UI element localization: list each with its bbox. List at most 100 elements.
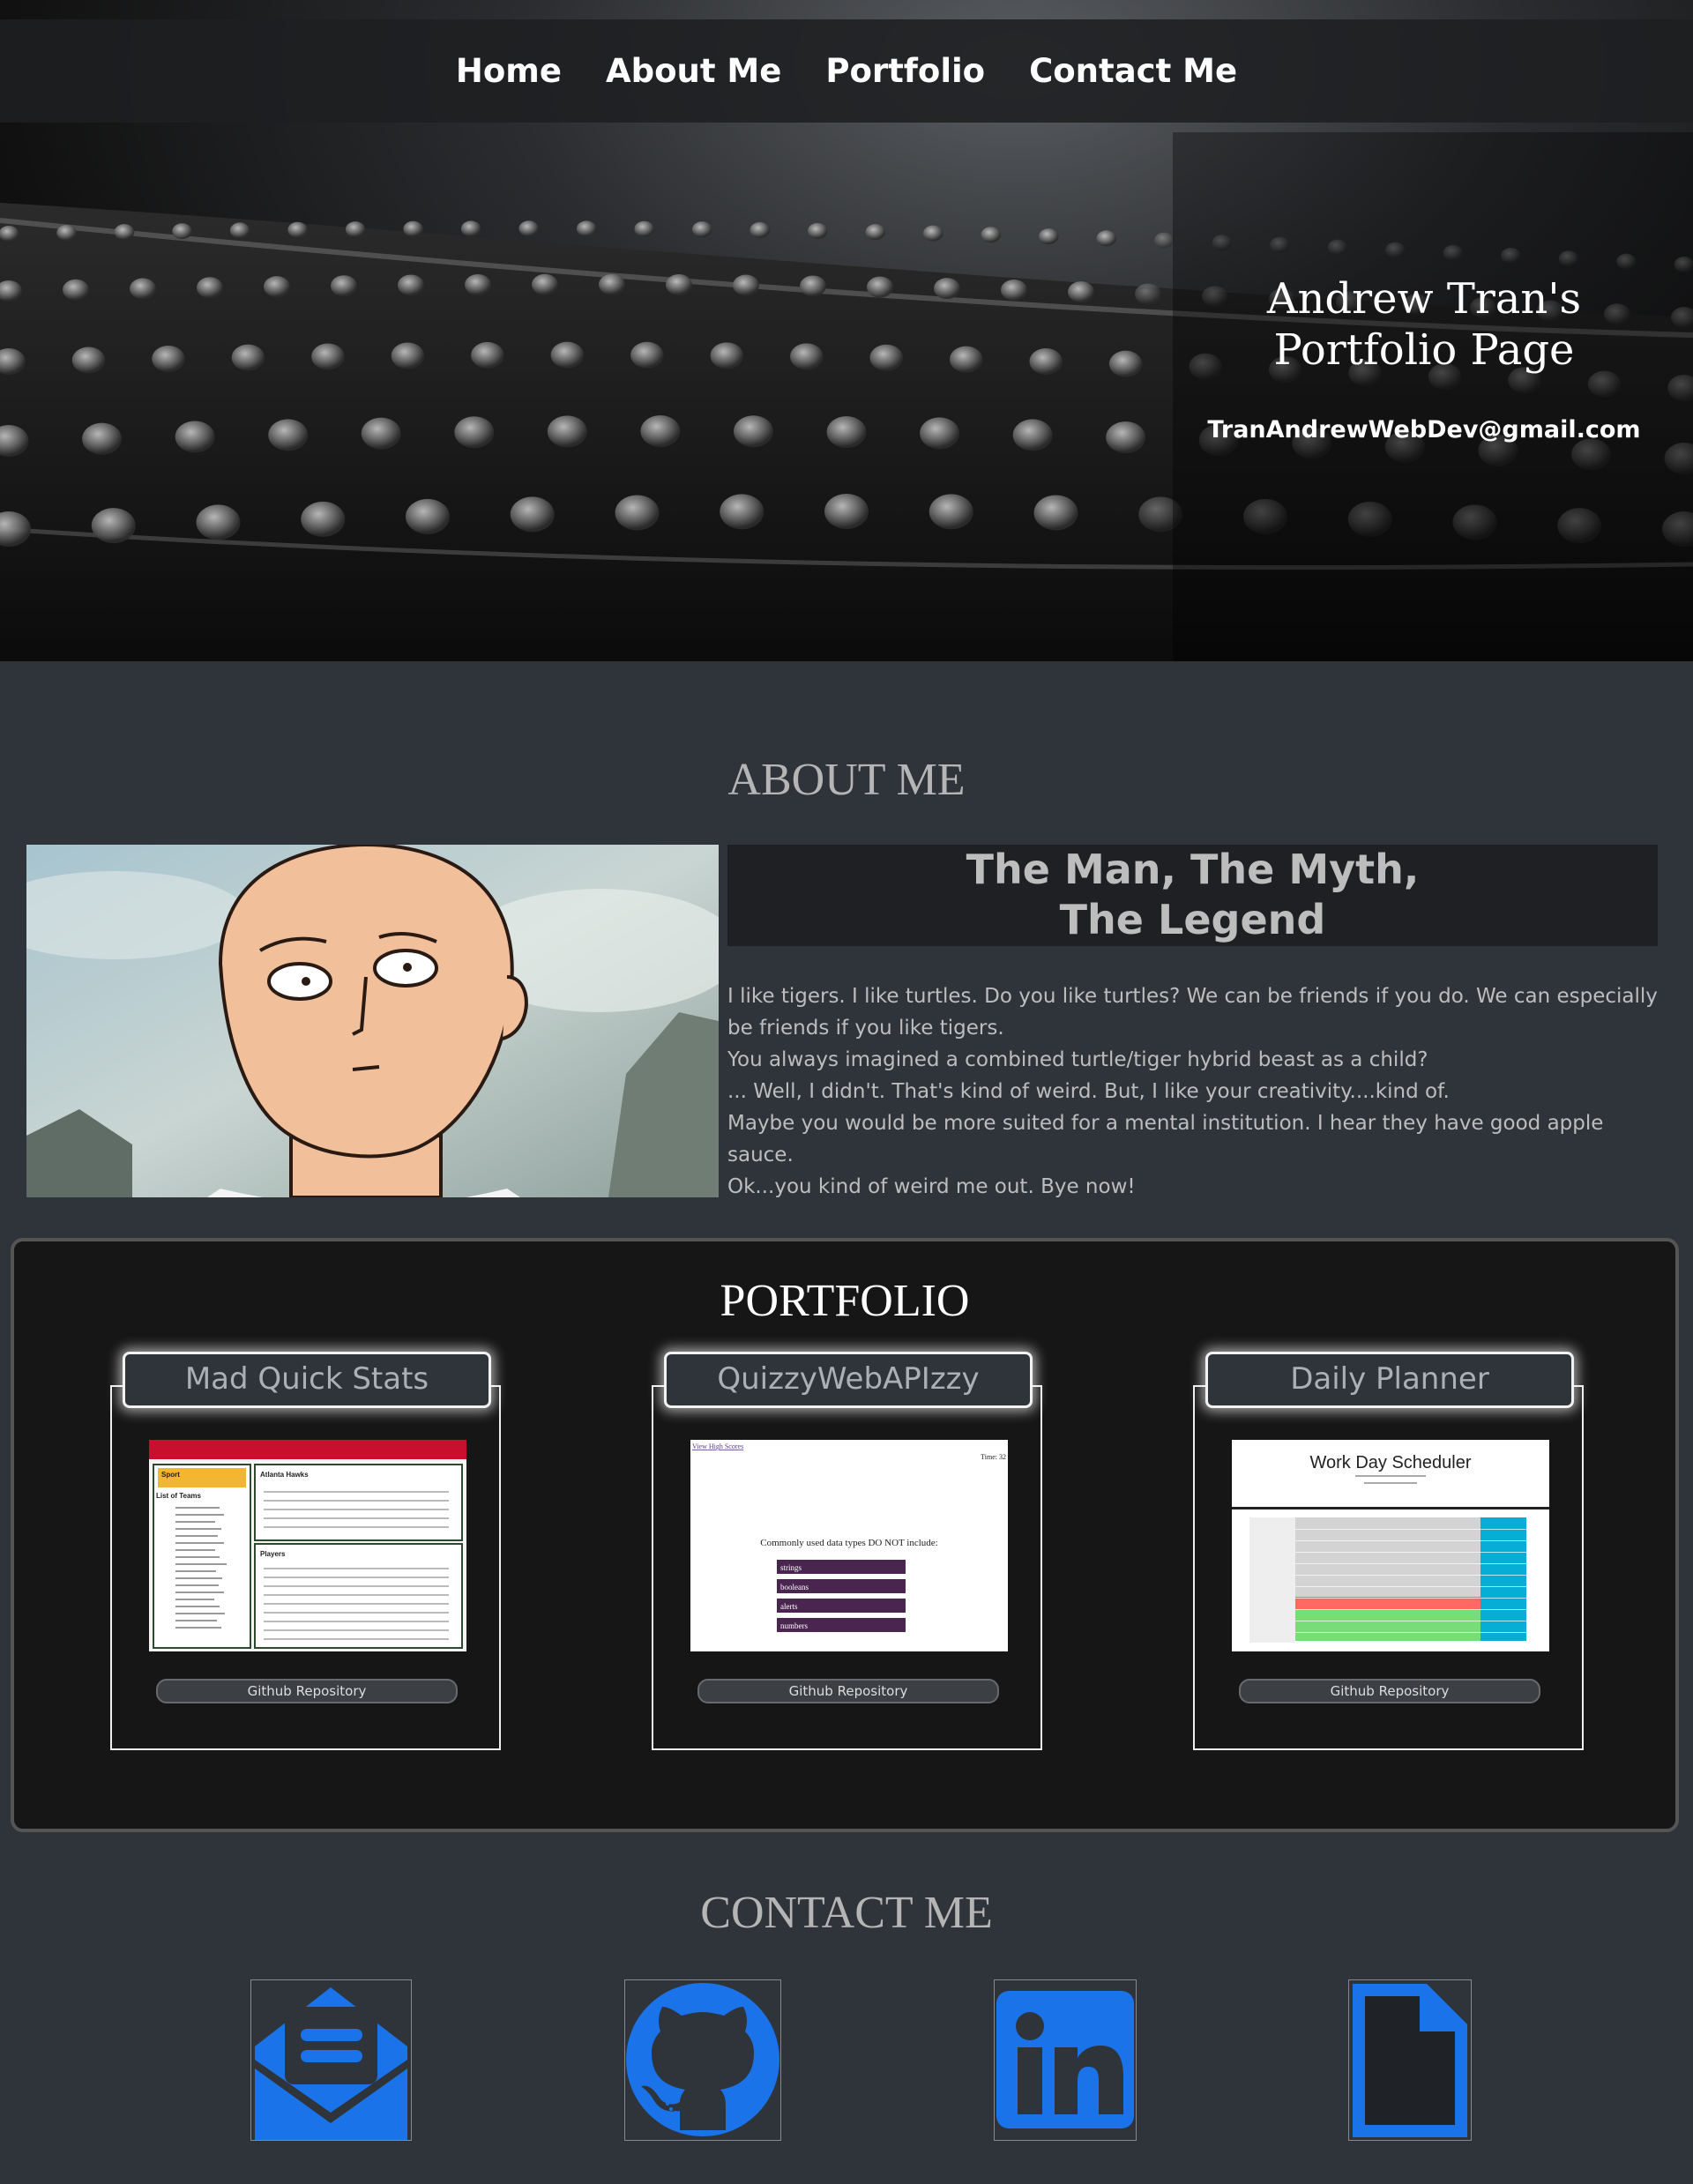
preview-answer: booleans (780, 1583, 809, 1591)
top-navigation: Home About Me Portfolio Contact Me (0, 19, 1693, 123)
turntable-dot (923, 225, 943, 242)
turntable-dot (460, 220, 481, 237)
turntable-dot (1135, 283, 1161, 305)
turntable-dot (406, 498, 450, 534)
resume-file-icon[interactable] (1348, 1979, 1472, 2141)
turntable-dot (471, 341, 504, 369)
turntable-dot (691, 221, 712, 238)
turntable-dot (1039, 228, 1059, 245)
turntable-dot (287, 221, 308, 238)
turntable-dot (640, 414, 681, 447)
turntable-dot (71, 347, 106, 374)
portfolio-section-title: PORTFOLIO (720, 1276, 970, 1326)
turntable-dot (1033, 495, 1078, 531)
turntable-dot (1001, 279, 1027, 301)
turntable-dot (869, 344, 903, 371)
preview-answer: strings (780, 1563, 802, 1572)
preview-high-scores-link: View High Scores (692, 1442, 743, 1450)
turntable-dot (733, 415, 773, 448)
github-repository-button[interactable]: Github Repository (697, 1679, 999, 1703)
hero-title-line2: Portfolio Page (1273, 325, 1575, 375)
turntable-dot (615, 495, 660, 531)
turntable-dot (391, 342, 425, 369)
github-repository-button[interactable]: Github Repository (1239, 1679, 1540, 1703)
hero-section: Home About Me Portfolio Contact Me Andre… (0, 0, 1693, 697)
turntable-dot (826, 416, 867, 448)
turntable-dot (824, 494, 869, 529)
preview-timer: Time: 32 (981, 1453, 1006, 1461)
portfolio-section: PORTFOLIO Mad Quick Stats Sport List of … (11, 1238, 1679, 1832)
turntable-dot (454, 416, 495, 449)
turntable-dot (91, 508, 136, 544)
about-paragraph: Maybe you would be more suited for a men… (727, 1112, 1604, 1167)
turntable-dot (152, 345, 185, 372)
turntable-dot (666, 273, 692, 295)
turntable-dot (800, 275, 826, 297)
turntable-dot (1068, 281, 1094, 303)
turntable-dot (465, 273, 491, 295)
turntable-dot (196, 504, 241, 540)
turntable-dot (231, 344, 265, 371)
project-screenshot[interactable]: Work Day Scheduler (1232, 1440, 1549, 1651)
about-section-title: ABOUT ME (727, 755, 966, 805)
turntable-dot (790, 343, 824, 370)
turntable-dot (547, 415, 587, 448)
turntable-dot (56, 225, 77, 242)
nav-portfolio-link[interactable]: Portfolio (825, 52, 985, 90)
nav-home-link[interactable]: Home (456, 52, 562, 90)
github-icon[interactable] (624, 1979, 781, 2141)
turntable-dot (599, 273, 625, 295)
about-heading-line2: The Legend (1059, 896, 1326, 943)
turntable-dot (1106, 421, 1146, 454)
about-paragraph: ... Well, I didn't. That's kind of weird… (727, 1080, 1450, 1103)
turntable-dot (1096, 230, 1117, 247)
turntable-dot (532, 273, 558, 295)
about-bio-text: I like tigers. I like turtles. Do you li… (727, 980, 1658, 1203)
turntable-dot (867, 276, 893, 298)
contact-section-title: CONTACT ME (700, 1888, 993, 1938)
project-screenshot[interactable]: Sport List of Teams Atlanta Hawks Player… (149, 1440, 466, 1651)
nav-contact-link[interactable]: Contact Me (1029, 52, 1237, 90)
turntable-dot (865, 224, 886, 241)
turntable-dot (634, 220, 654, 237)
turntable-dot (403, 220, 423, 237)
about-heading-line1: The Man, The Myth, (966, 846, 1420, 893)
turntable-dot (268, 419, 309, 451)
about-paragraph: Ok...you kind of weird me out. Bye now! (727, 1175, 1136, 1198)
turntable-dot (720, 494, 764, 530)
nav-about-link[interactable]: About Me (606, 52, 781, 90)
project-title: Mad Quick Stats (123, 1352, 491, 1408)
github-repository-button[interactable]: Github Repository (156, 1679, 458, 1703)
turntable-dot (361, 417, 401, 450)
turntable-dot (114, 224, 135, 241)
turntable-dot (934, 278, 960, 300)
turntable-dot (981, 227, 1002, 243)
about-paragraph: You always imagined a combined turtle/ti… (727, 1048, 1428, 1071)
about-heading: The Man, The Myth, The Legend (727, 845, 1658, 946)
turntable-dot (576, 220, 597, 237)
preview-list-title: List of Teams (156, 1492, 202, 1500)
linkedin-icon[interactable] (994, 1979, 1137, 2141)
project-screenshot[interactable]: View High Scores Time: 32 Commonly used … (690, 1440, 1008, 1651)
turntable-dot (130, 278, 156, 300)
preview-question: Commonly used data types DO NOT include: (760, 1538, 937, 1548)
about-profile-image (26, 845, 719, 1197)
hero-email: TranAndrewWebDev@gmail.com (1207, 416, 1641, 444)
turntable-dot (929, 494, 973, 530)
turntable-dot (949, 346, 983, 373)
turntable-dot (311, 343, 345, 370)
hero-title-line1: Andrew Tran's (1266, 274, 1582, 324)
turntable-dot (1012, 419, 1053, 451)
turntable-dot (398, 274, 424, 296)
turntable-dot (710, 342, 744, 369)
email-icon[interactable] (250, 1979, 412, 2141)
turntable-dot (175, 421, 215, 453)
turntable-dot (920, 417, 960, 450)
turntable-dot (301, 501, 346, 537)
turntable-dot (630, 341, 664, 369)
turntable-dot (345, 221, 366, 238)
turntable-dot (733, 274, 759, 296)
turntable-dot (82, 422, 123, 455)
turntable-dot (331, 275, 357, 297)
hero-title: Andrew Tran's Portfolio Page (1208, 273, 1640, 376)
